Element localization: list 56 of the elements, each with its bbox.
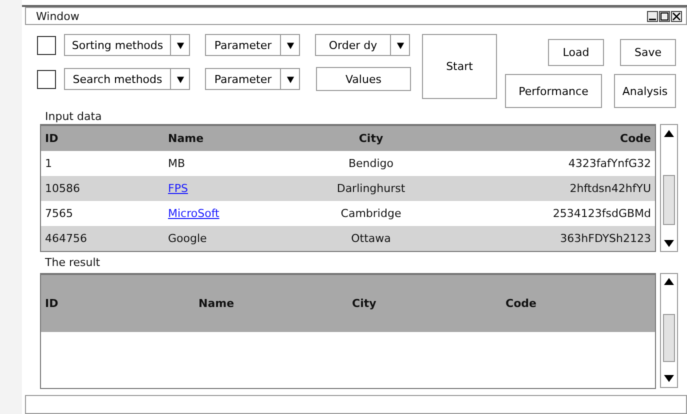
column-header: Name: [198, 296, 236, 310]
toolbar-button[interactable]: Analysis: [614, 74, 676, 108]
caret-icon: [286, 40, 294, 50]
dropdown[interactable]: Parameter: [205, 68, 300, 90]
close-icon[interactable]: [671, 10, 682, 22]
column-header: ID: [44, 132, 60, 146]
scroll-up-icon[interactable]: [664, 278, 674, 286]
scroll-down-icon[interactable]: [664, 240, 674, 247]
values-button[interactable]: Values: [316, 67, 411, 92]
name-link[interactable]: FPS: [168, 182, 188, 196]
checkbox[interactable]: [37, 70, 56, 89]
table-cell: Google: [168, 232, 207, 246]
table-cell-text: 1: [44, 157, 53, 170]
caret-icon: [176, 74, 184, 84]
table-cell-text: 464756: [44, 232, 88, 246]
table-cell-text: 7565: [44, 207, 74, 220]
caret-icon: [396, 40, 404, 50]
column-header: Name: [167, 132, 205, 146]
section-label: The result: [45, 256, 100, 270]
dropdown[interactable]: Parameter: [205, 34, 300, 56]
table-cell-text: Darlinghurst: [336, 182, 406, 196]
scrollbar[interactable]: [660, 272, 678, 388]
column-header: City: [351, 296, 378, 310]
caret-icon: [176, 40, 184, 50]
column-header: Code: [619, 132, 652, 146]
table-cell-text: Bendigo: [347, 157, 395, 170]
toolbar-button[interactable]: Performance: [505, 74, 602, 108]
table-cell-text: 4323fafYnfG32: [567, 157, 652, 170]
checkbox[interactable]: [37, 36, 56, 55]
scroll-thumb[interactable]: [663, 314, 675, 362]
column-header: ID: [44, 296, 60, 310]
maximize-icon[interactable]: [659, 10, 670, 22]
window-title: Window: [36, 10, 80, 23]
table-cell-text: 363hFDYSh2123: [559, 232, 652, 246]
column-header: Code: [504, 296, 538, 310]
toolbar-button[interactable]: Save: [620, 39, 676, 66]
table-cell-text: 2534123fsdGBMd: [552, 207, 652, 220]
table-cell-text: 2hftdsn42hfYU: [568, 182, 652, 196]
table-cell-text: Cambridge: [340, 207, 402, 220]
scroll-up-icon[interactable]: [664, 130, 674, 137]
scrollbar[interactable]: [660, 124, 678, 252]
column-header: City: [358, 132, 384, 146]
dropdown[interactable]: Order dy: [315, 34, 410, 56]
table-cell: MB: [168, 157, 186, 170]
dropdown[interactable]: Search methods: [64, 68, 190, 90]
caret-icon: [286, 74, 294, 84]
minimize-icon[interactable]: [647, 10, 658, 22]
scroll-down-icon[interactable]: [664, 375, 674, 382]
table-cell-text: Ottawa: [350, 232, 392, 246]
name-link[interactable]: MicroSoft: [168, 207, 220, 220]
start-button[interactable]: Start: [422, 34, 497, 100]
dropdown[interactable]: Sorting methods: [64, 34, 190, 56]
section-label: Input data: [45, 110, 102, 123]
table-cell-text: 10586: [44, 182, 81, 196]
scroll-thumb[interactable]: [663, 175, 675, 226]
toolbar-button[interactable]: Load: [548, 39, 604, 66]
